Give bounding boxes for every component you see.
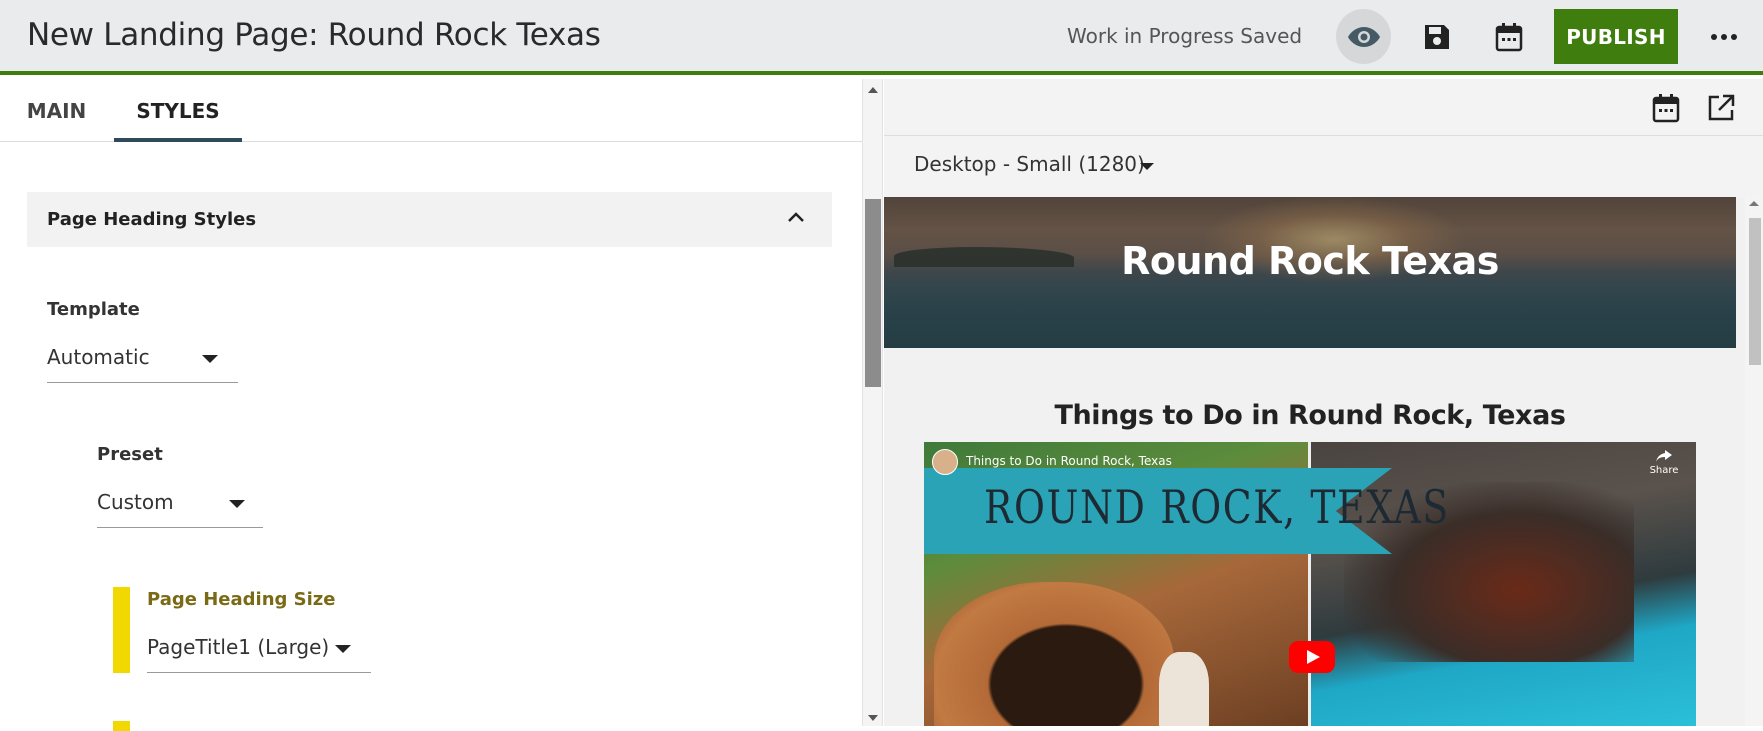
styles-editor-panel: MAIN STYLES Page Heading Styles Template…	[0, 79, 862, 731]
heading-size-select[interactable]: PageTitle1 (Large)	[147, 629, 371, 673]
share-button[interactable]: Share	[1646, 450, 1682, 476]
open-external-icon[interactable]	[1707, 94, 1735, 122]
content-heading: Things to Do in Round Rock, Texas	[1054, 400, 1566, 431]
save-button[interactable]	[1409, 9, 1464, 64]
save-icon	[1424, 24, 1449, 49]
scrollbar-thumb[interactable]	[1749, 218, 1761, 365]
heading-size-label: Page Heading Size	[147, 589, 336, 610]
play-button-icon[interactable]	[1289, 641, 1335, 673]
template-label: Template	[47, 299, 140, 320]
calendar-icon	[1495, 22, 1522, 51]
heading-size-value: PageTitle1 (Large)	[147, 635, 330, 659]
hero-banner: Round Rock Texas	[884, 197, 1736, 348]
preview-scrollbar[interactable]	[1745, 197, 1763, 726]
eye-icon	[1347, 26, 1380, 47]
highlight-marker	[113, 587, 130, 673]
preview-toolbar	[884, 79, 1763, 136]
save-status: Work in Progress Saved	[1067, 24, 1303, 48]
page-title: New Landing Page: Round Rock Texas	[27, 17, 601, 53]
section-title: Page Heading Styles	[47, 209, 257, 230]
video-banner-text: ROUND ROCK, TEXAS	[984, 480, 1450, 534]
schedule-button[interactable]	[1481, 9, 1536, 64]
chevron-up-icon[interactable]	[784, 206, 808, 230]
editor-scrollbar[interactable]	[862, 79, 883, 726]
publish-button[interactable]: PUBLISH	[1554, 9, 1678, 64]
scroll-down-arrow-icon[interactable]	[868, 715, 878, 721]
chevron-down-icon	[229, 500, 245, 508]
hero-title: Round Rock Texas	[1121, 239, 1499, 283]
preview-button[interactable]	[1336, 9, 1391, 64]
share-label: Share	[1649, 465, 1679, 476]
video-title[interactable]: Things to Do in Round Rock, Texas	[966, 454, 1172, 468]
calendar-icon[interactable]	[1652, 93, 1680, 123]
highlight-marker	[113, 721, 130, 731]
preset-select[interactable]: Custom	[97, 484, 263, 528]
more-options-button[interactable]	[1696, 9, 1751, 64]
tab-styles[interactable]: STYLES	[114, 79, 242, 142]
video-embed[interactable]: ROUND ROCK, TEXAS Things to Do in Round …	[924, 442, 1696, 726]
device-size-select[interactable]: Desktop - Small (1280)	[914, 152, 1145, 176]
top-bar: New Landing Page: Round Rock Texas Work …	[0, 0, 1763, 75]
tab-main[interactable]: MAIN	[0, 79, 113, 142]
template-value: Automatic	[47, 345, 150, 369]
preset-label: Preset	[97, 444, 163, 465]
scroll-up-arrow-icon[interactable]	[1749, 201, 1759, 206]
scrollbar-thumb[interactable]	[865, 199, 881, 387]
chevron-down-icon	[202, 355, 218, 363]
more-icon	[1710, 33, 1737, 40]
editor-tabs: MAIN STYLES	[0, 79, 862, 142]
preset-value: Custom	[97, 490, 174, 514]
page-preview: Round Rock Texas Things to Do in Round R…	[884, 197, 1745, 726]
channel-avatar[interactable]	[932, 449, 958, 475]
scroll-up-arrow-icon[interactable]	[868, 87, 878, 93]
preview-panel: Desktop - Small (1280) Round Rock Texas …	[884, 79, 1763, 726]
chevron-down-icon	[335, 645, 351, 653]
chevron-down-icon[interactable]	[1140, 163, 1154, 170]
share-icon	[1656, 450, 1672, 462]
page-heading-styles-header[interactable]: Page Heading Styles	[27, 192, 832, 247]
template-select[interactable]: Automatic	[47, 339, 238, 383]
